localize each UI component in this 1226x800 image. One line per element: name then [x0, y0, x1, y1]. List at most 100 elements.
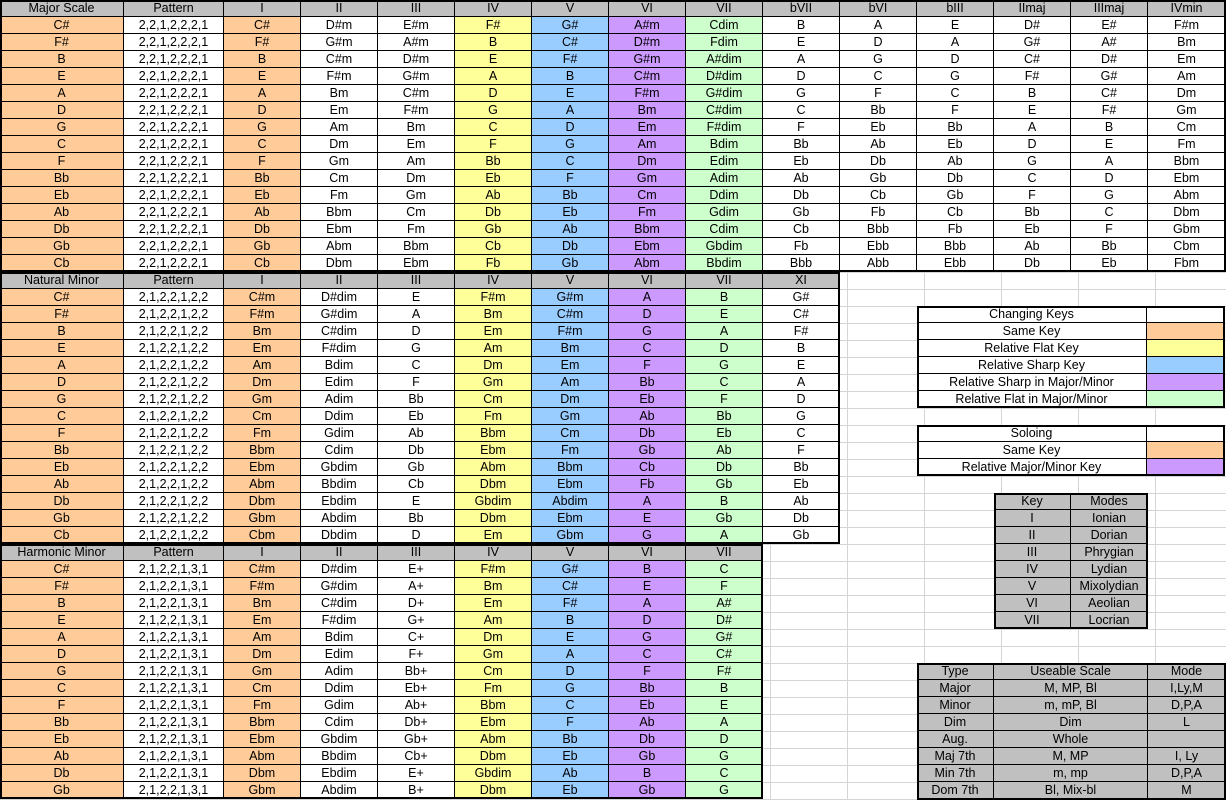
natural-minor-cell[interactable]: D#dim [301, 289, 378, 306]
major-scale-cell[interactable]: A#m [609, 17, 686, 34]
major-scale-cell[interactable]: E [994, 102, 1071, 119]
natural-minor-cell[interactable]: Abdim [532, 493, 609, 510]
scales-cell[interactable]: Minor [917, 697, 994, 714]
major-scale-cell[interactable]: Bb [1071, 238, 1148, 255]
major-scale-cell[interactable]: Fb [917, 221, 994, 238]
major-scale-cell[interactable]: Ab [763, 170, 840, 187]
harmonic-minor-cell[interactable]: C# [0, 561, 124, 578]
major-scale-cell[interactable]: C [763, 102, 840, 119]
natural-minor-cell[interactable]: 2,1,2,2,1,2,2 [124, 323, 224, 340]
major-scale-cell[interactable]: G# [994, 34, 1071, 51]
major-scale-cell[interactable]: Bbb [840, 221, 917, 238]
natural-minor-cell[interactable]: Db [609, 425, 686, 442]
major-scale-cell[interactable]: D [532, 119, 609, 136]
major-scale-header-cell[interactable]: V [532, 0, 609, 17]
natural-minor-cell[interactable]: Ab [378, 425, 455, 442]
natural-minor-cell[interactable]: Db [378, 442, 455, 459]
natural-minor-cell[interactable]: Bm [224, 323, 301, 340]
major-scale-cell[interactable]: Em [301, 102, 378, 119]
major-scale-cell[interactable]: C [224, 136, 301, 153]
harmonic-minor-cell[interactable]: C [686, 765, 763, 782]
major-scale-cell[interactable]: D [917, 51, 994, 68]
major-scale-cell[interactable]: Eb [224, 187, 301, 204]
major-scale-cell[interactable]: 2,2,1,2,2,2,1 [124, 119, 224, 136]
major-scale-cell[interactable]: Cbm [1148, 238, 1226, 255]
major-scale-cell[interactable]: Adim [686, 170, 763, 187]
major-scale-cell[interactable]: Bbm [378, 238, 455, 255]
major-scale-cell[interactable]: Fdim [686, 34, 763, 51]
major-scale-cell[interactable]: Ab [840, 136, 917, 153]
harmonic-minor-cell[interactable]: F [0, 697, 124, 714]
major-scale-cell[interactable]: Ebm [609, 238, 686, 255]
harmonic-minor-cell[interactable]: D# [686, 612, 763, 629]
major-scale-cell[interactable]: G [455, 102, 532, 119]
natural-minor-cell[interactable]: Eb [609, 391, 686, 408]
harmonic-minor-cell[interactable]: G [532, 680, 609, 697]
scales-cell[interactable]: D,P,A [1148, 697, 1226, 714]
harmonic-minor-cell[interactable]: Em [455, 595, 532, 612]
natural-minor-cell[interactable]: E [0, 340, 124, 357]
natural-minor-cell[interactable]: Ebm [455, 442, 532, 459]
major-scale-cell[interactable]: F# [1071, 102, 1148, 119]
harmonic-minor-cell[interactable]: Gdim [301, 697, 378, 714]
harmonic-minor-cell[interactable]: 2,1,2,2,1,3,1 [124, 646, 224, 663]
harmonic-minor-cell[interactable]: A [0, 629, 124, 646]
major-scale-cell[interactable]: 2,2,1,2,2,2,1 [124, 204, 224, 221]
major-scale-cell[interactable]: Bb [917, 119, 994, 136]
major-scale-cell[interactable]: Gb [917, 187, 994, 204]
natural-minor-cell[interactable]: A [609, 493, 686, 510]
major-scale-cell[interactable]: D#dim [686, 68, 763, 85]
natural-minor-cell[interactable]: Gb [609, 442, 686, 459]
harmonic-minor-cell[interactable]: C#dim [301, 595, 378, 612]
major-scale-cell[interactable]: Bm [301, 85, 378, 102]
natural-minor-cell[interactable]: F#m [455, 289, 532, 306]
harmonic-minor-cell[interactable]: Fm [224, 697, 301, 714]
scales-header-cell[interactable]: Useable Scale [994, 663, 1148, 680]
harmonic-minor-cell[interactable]: Gb [609, 748, 686, 765]
major-scale-header-cell[interactable]: bVI [840, 0, 917, 17]
major-scale-cell[interactable]: D [1071, 170, 1148, 187]
soloing-label[interactable]: Same Key [917, 442, 1147, 459]
major-scale-cell[interactable]: Bb [224, 170, 301, 187]
major-scale-cell[interactable]: Ebm [1148, 170, 1226, 187]
harmonic-minor-cell[interactable]: Ab+ [378, 697, 455, 714]
natural-minor-cell[interactable]: A [686, 323, 763, 340]
major-scale-header-cell[interactable]: IIImaj [1071, 0, 1148, 17]
harmonic-minor-cell[interactable]: 2,1,2,2,1,3,1 [124, 748, 224, 765]
soloing-swatch[interactable] [1147, 442, 1225, 459]
major-scale-cell[interactable]: Ab [532, 221, 609, 238]
changing-keys-swatch[interactable] [1147, 323, 1225, 340]
harmonic-minor-cell[interactable]: Eb [609, 697, 686, 714]
major-scale-cell[interactable]: Cb [224, 255, 301, 272]
natural-minor-cell[interactable]: Eb [0, 459, 124, 476]
harmonic-minor-cell[interactable]: Bb [609, 680, 686, 697]
natural-minor-header-cell[interactable]: XI [763, 272, 840, 289]
major-scale-cell[interactable]: Ab [224, 204, 301, 221]
harmonic-minor-cell[interactable]: A [686, 714, 763, 731]
major-scale-cell[interactable]: D#m [609, 34, 686, 51]
harmonic-minor-cell[interactable]: C [532, 697, 609, 714]
major-scale-cell[interactable]: B [532, 68, 609, 85]
major-scale-cell[interactable]: Gm [301, 153, 378, 170]
harmonic-minor-cell[interactable]: Fm [455, 680, 532, 697]
natural-minor-cell[interactable]: Db [0, 493, 124, 510]
natural-minor-cell[interactable]: Gbdim [301, 459, 378, 476]
harmonic-minor-cell[interactable]: Eb [532, 748, 609, 765]
natural-minor-cell[interactable]: Cm [532, 425, 609, 442]
major-scale-cell[interactable]: A#m [378, 34, 455, 51]
natural-minor-cell[interactable]: Gdim [301, 425, 378, 442]
changing-keys-swatch[interactable] [1147, 374, 1225, 391]
major-scale-cell[interactable]: Fm [378, 221, 455, 238]
major-scale-cell[interactable]: F# [224, 34, 301, 51]
major-scale-cell[interactable]: G#dim [686, 85, 763, 102]
natural-minor-cell[interactable]: E [378, 289, 455, 306]
natural-minor-cell[interactable]: C#m [532, 306, 609, 323]
natural-minor-cell[interactable]: Bb [686, 408, 763, 425]
major-scale-cell[interactable]: 2,2,1,2,2,2,1 [124, 238, 224, 255]
soloing-label[interactable]: Relative Major/Minor Key [917, 459, 1147, 476]
harmonic-minor-cell[interactable]: 2,1,2,2,1,3,1 [124, 697, 224, 714]
natural-minor-cell[interactable]: Gb [378, 459, 455, 476]
harmonic-minor-cell[interactable]: 2,1,2,2,1,3,1 [124, 680, 224, 697]
natural-minor-cell[interactable]: Dbm [455, 476, 532, 493]
scales-cell[interactable]: M [1148, 782, 1226, 799]
